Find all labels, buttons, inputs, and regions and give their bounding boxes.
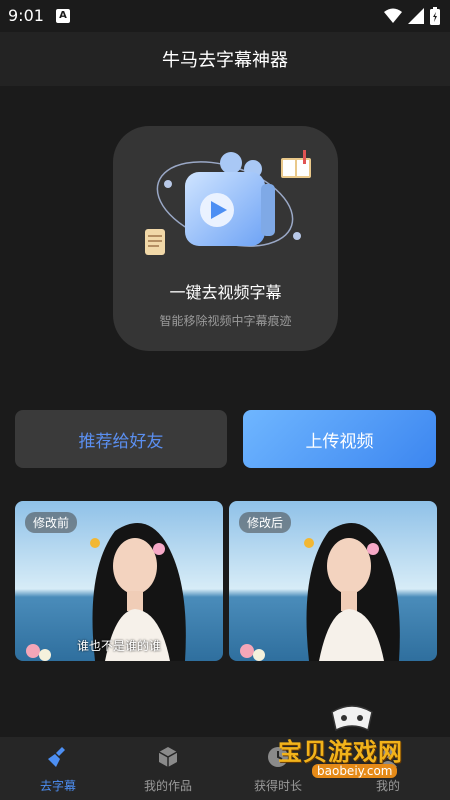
wifi-icon [384, 8, 402, 23]
broom-icon [48, 747, 65, 767]
feature-title: 一键去视频字幕 [169, 283, 282, 302]
battery-icon [430, 7, 440, 25]
subtitle-text: 谁也不是谁的谁 [76, 639, 161, 653]
status-time: 9:01 [8, 6, 44, 25]
play-cube-icon [145, 150, 311, 255]
status-icons [384, 6, 440, 26]
notification-a-icon: A [56, 9, 70, 23]
nav-item-remove-subtitle[interactable]: 去字幕 [8, 737, 108, 800]
after-tag: 修改后 [239, 512, 292, 533]
feature-subtitle: 智能移除视频中字幕痕迹 [159, 314, 292, 328]
app-header: 牛马去字幕神器 [0, 32, 450, 86]
page-title: 牛马去字幕神器 [162, 50, 288, 71]
nav-label: 我的作品 [143, 779, 192, 793]
watermark: 宝贝游戏网 baobeiy.com [272, 700, 442, 790]
signal-icon [408, 8, 424, 24]
before-tag: 修改前 [25, 512, 78, 533]
watermark-text: 宝贝游戏网 [278, 738, 403, 766]
feature-card[interactable]: 一键去视频字幕 智能移除视频中字幕痕迹 [113, 126, 338, 351]
after-image: 修改后 [229, 501, 437, 661]
upload-video-button[interactable]: 上传视频 [243, 410, 436, 468]
cube-icon [158, 747, 178, 767]
watermark-url: baobeiy.com [312, 764, 398, 778]
status-bar: 9:01 A [0, 0, 450, 32]
recommend-button[interactable]: 推荐给好友 [15, 410, 227, 468]
nav-item-my-works[interactable]: 我的作品 [118, 737, 218, 800]
before-image: 修改前 谁也不是谁的谁 [15, 501, 223, 661]
nav-label: 去字幕 [39, 779, 76, 793]
